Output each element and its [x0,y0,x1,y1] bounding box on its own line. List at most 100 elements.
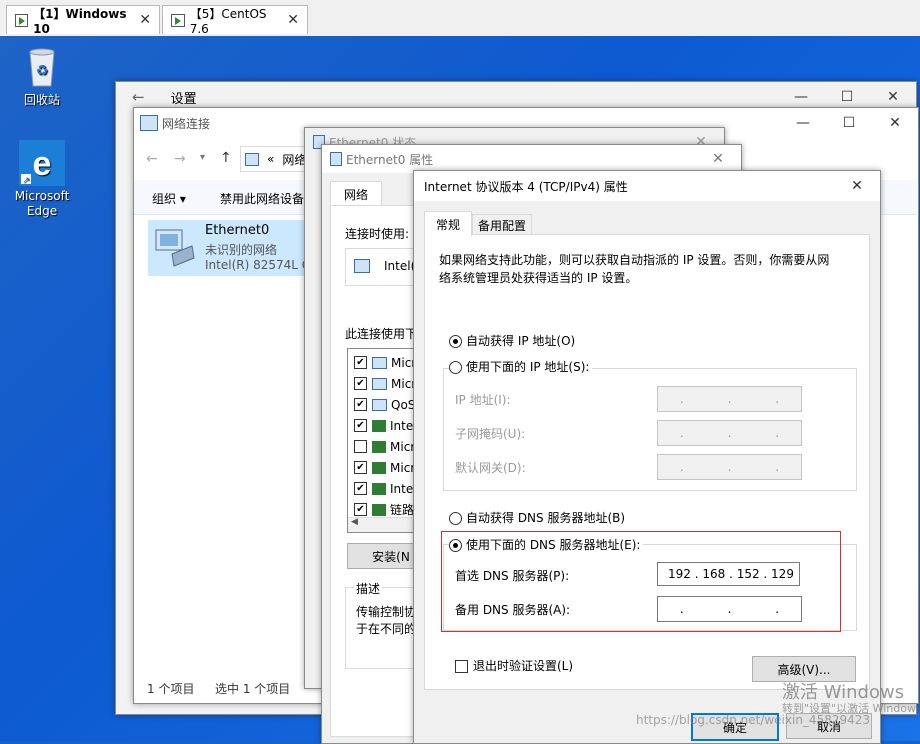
disable-device-button[interactable]: 禁用此网络设备 [220,190,304,207]
button-label: 高级(V)... [777,662,831,677]
vm-tab-windows10[interactable]: 【1】Windows 10 ✕ [6,5,160,36]
checkbox[interactable] [354,440,367,453]
close-icon[interactable]: ✕ [834,171,880,201]
back-arrow-icon[interactable]: ← [146,151,158,167]
item-count: 1 个项目 [147,682,195,696]
subnet-mask-input[interactable]: ... [657,420,802,446]
manual-ip-radio[interactable]: 使用下面的 IP 地址(S): [449,358,593,375]
service-icon [372,377,387,390]
ip-address-label: IP 地址(I): [455,393,511,407]
chevron-down-icon[interactable]: ▾ [200,152,205,163]
edge-shortcut[interactable]: e ↗ Microsoft Edge [5,140,79,219]
ethernet-adapter-icon [155,229,195,267]
protocol-icon [372,482,386,495]
checkbox[interactable]: ✔ [354,377,367,390]
vm-tab-label: 【1】Windows 10 [33,6,127,36]
qos-icon [372,398,387,411]
adapter-device: Intel(R) 82574L Gi [205,258,315,272]
edge-label: Microsoft Edge [14,189,70,218]
gateway-input[interactable]: ... [657,454,802,480]
adapter-ethernet0[interactable]: Ethernet0 未识别的网络 Intel(R) 82574L Gi [148,220,314,276]
close-icon[interactable]: ✕ [872,108,918,138]
adapter-icon [354,259,370,273]
network-connections-icon [140,115,158,131]
general-tab-panel: 如果网络支持此功能，则可以获取自动指派的 IP 设置。否则，你需要从网络系统管理… [424,234,870,690]
checkbox[interactable]: ✔ [354,356,367,369]
scroll-left-icon[interactable]: ◀ [351,517,358,527]
close-icon[interactable]: ✕ [287,12,299,28]
back-arrow-icon[interactable]: ← [132,88,145,106]
checkbox[interactable]: ✔ [354,419,367,432]
tab-label: 网络 [343,187,368,202]
protocol-icon [372,440,386,453]
intro-text: 如果网络支持此功能，则可以获取自动指派的 IP 设置。否则，你需要从网络系统管理… [439,253,830,285]
vm-play-icon [15,13,29,27]
network-icon [245,152,259,166]
auto-ip-radio[interactable]: 自动获得 IP 地址(O) [449,332,575,349]
close-icon[interactable]: ✕ [695,145,741,173]
tab-general[interactable]: 常规 [424,211,472,236]
button-label: 安装(N [372,549,410,564]
adapter-name: Ethernet0 [205,223,270,238]
vm-tab-centos[interactable]: 【5】CentOS 7.6 ✕ [162,5,308,36]
items-label: 此连接使用下 [345,327,418,341]
checkbox[interactable]: ✔ [354,503,367,516]
checkbox[interactable]: ✔ [354,461,367,474]
checkbox[interactable]: ✔ [354,482,367,495]
address-text: 网络 [282,152,307,167]
connect-using-label: 连接时使用: [345,227,410,241]
forward-arrow-icon[interactable]: → [174,151,186,167]
adapter-status: 未识别的网络 [205,243,278,257]
item-label: 链路 [390,503,415,517]
tab-label: 常规 [435,217,460,232]
list-item[interactable]: ✔ QoS [354,394,415,415]
titlebar: Ethernet0 属性 [322,145,741,173]
window-title: 网络连接 [162,116,211,131]
protocol-icon [372,419,386,432]
ip-address-input[interactable]: ... [657,386,802,412]
checkbox[interactable]: ✔ [354,398,367,411]
up-arrow-icon[interactable]: ↑ [220,150,232,166]
recycle-bin-icon: ♻ [29,48,55,87]
tab-network[interactable]: 网络 [330,181,382,206]
gateway-label: 默认网关(D): [455,461,526,475]
edge-icon: e ↗ [19,140,65,186]
vm-tab-label: 【5】CentOS 7.6 [189,6,267,36]
description-title: 描述 [354,580,383,597]
maximize-icon[interactable]: ☐ [826,108,872,138]
protocol-icon [372,503,386,516]
svg-text:♻: ♻ [36,63,49,79]
checkbox [455,660,468,673]
dialog-title: Internet 协议版本 4 (TCP/IPv4) 属性 [424,179,628,194]
window-title: Ethernet0 属性 [346,152,434,167]
organize-menu[interactable]: 组织 ▾ [152,190,186,207]
client-icon [372,356,387,369]
vm-tab-bar: 【1】Windows 10 ✕ 【5】CentOS 7.6 ✕ [0,0,920,37]
checkbox-label: 退出时验证设置(L) [473,659,574,673]
radio-icon [449,335,462,348]
radio-label: 使用下面的 IP 地址(S): [466,360,590,374]
window-title: 设置 [170,91,197,107]
blog-watermark: https://blog.csdn.net/weixin_45829423 [636,713,871,727]
item-label: QoS [391,397,416,412]
recycle-bin-shortcut[interactable]: ♻ 回收站 [5,42,79,108]
titlebar: Internet 协议版本 4 (TCP/IPv4) 属性 [414,171,880,201]
ipv4-properties-dialog: Internet 协议版本 4 (TCP/IPv4) 属性 ✕ 常规 备用配置 … [413,170,881,744]
dns-highlight-box [441,531,841,632]
minimize-icon[interactable]: — [780,108,826,138]
validate-checkbox[interactable]: 退出时验证设置(L) [455,657,573,674]
selected-count: 选中 1 个项目 [215,682,291,696]
tab-label: 备用配置 [477,219,526,233]
svg-text:e: e [33,145,52,183]
tab-alternate-config[interactable]: 备用配置 [472,214,532,236]
close-icon[interactable]: ✕ [139,12,151,28]
auto-dns-radio[interactable]: 自动获得 DNS 服务器地址(B) [449,509,625,526]
radio-icon [449,361,462,374]
address-chevron: « [267,152,275,166]
list-item[interactable]: ✔ Inter [354,478,418,499]
radio-label: 自动获得 IP 地址(O) [466,334,576,348]
description-text: 传输控制协 于在不同的 [356,605,417,636]
network-properties-icon [330,152,342,166]
protocol-icon [372,461,386,474]
list-item[interactable]: ✔ Inter [354,415,418,436]
